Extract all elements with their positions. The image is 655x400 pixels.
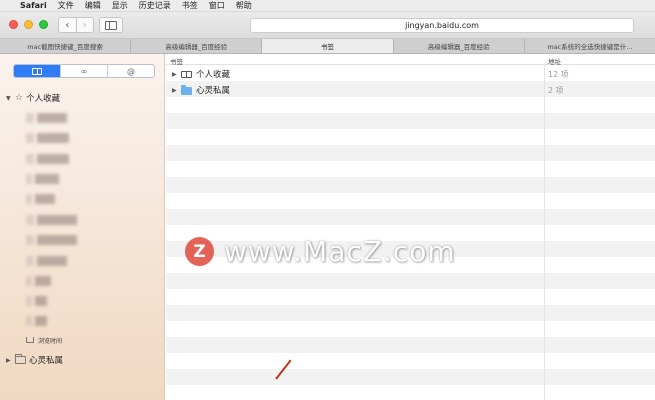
list-item-count: 12 项	[548, 70, 569, 79]
watermark: Z www.MacZ.com	[185, 235, 456, 268]
sidebar-item-label[interactable]: 浏览时间	[38, 336, 62, 345]
address-bar[interactable]: jingyan.baidu.com	[250, 18, 634, 33]
sidebar-blurred-item[interactable]	[26, 256, 67, 266]
menu-edit[interactable]: 编辑	[85, 0, 101, 11]
folder-icon	[15, 354, 26, 364]
sidebar-blurred-item[interactable]	[26, 113, 67, 123]
watermark-text: www.MacZ.com	[224, 235, 456, 268]
tab-bookmarks[interactable]: 书签	[262, 39, 394, 53]
sidebar-blurred-item[interactable]	[26, 316, 47, 326]
sidebar-blurred-item[interactable]	[26, 174, 59, 184]
menu-help[interactable]: 帮助	[236, 0, 252, 11]
segment-shared-links[interactable]: @	[108, 65, 154, 77]
menu-view[interactable]: 显示	[112, 0, 128, 11]
column-header-bookmark[interactable]: 书签	[170, 56, 183, 66]
disclosure-open-icon[interactable]: ▼	[6, 95, 12, 102]
close-window-button[interactable]	[9, 20, 18, 29]
column-headers: 书签 地址	[166, 54, 655, 66]
sidebar-blurred-item[interactable]	[26, 133, 69, 143]
tab-advanced-editor-1[interactable]: 高级编辑器_百度经验	[131, 39, 263, 53]
tab-advanced-editor-2[interactable]: 高级编辑器_百度经验	[394, 39, 525, 53]
menu-bar: Safari 文件 编辑 显示 历史记录 书签 窗口 帮助	[0, 0, 655, 12]
menu-window[interactable]: 窗口	[209, 0, 225, 11]
list-item-name: 个人收藏	[196, 70, 231, 80]
menu-app-safari[interactable]: Safari	[20, 1, 47, 10]
sidebar-blurred-item[interactable]	[26, 235, 77, 245]
tab-mac-select-all[interactable]: mac系统的全选快捷键是什...	[525, 39, 655, 53]
sidebar-segmented-control: ∞ @	[13, 64, 155, 78]
tab-mac-screenshot-search[interactable]: mac截图快捷键_百度搜索	[0, 39, 132, 53]
sidebar-blurred-item[interactable]	[26, 276, 51, 286]
folder-icon	[181, 84, 192, 95]
bookmark-icon	[26, 337, 34, 343]
list-item-name: 心灵私属	[196, 86, 231, 96]
minimize-window-button[interactable]	[24, 20, 33, 29]
disclosure-closed-icon[interactable]: ▶	[172, 87, 178, 94]
sidebar-blurred-item[interactable]	[26, 154, 69, 164]
list-item[interactable]: ▶ 心灵私属 2 项	[166, 82, 655, 98]
sidebar-item-spirit-folder[interactable]: ▶ 心灵私属	[6, 354, 63, 366]
zoom-window-button[interactable]	[39, 20, 48, 29]
menu-bookmarks[interactable]: 书签	[182, 0, 198, 11]
forward-button[interactable]: ›	[75, 18, 94, 32]
at-sign-icon: @	[127, 66, 135, 76]
column-header-address[interactable]: 地址	[548, 56, 561, 66]
sidebar-item-label: 心灵私属	[29, 356, 64, 366]
back-button[interactable]: ‹	[59, 18, 76, 32]
star-icon: ☆	[15, 93, 24, 103]
navigation-buttons: ‹ ›	[58, 17, 94, 33]
segment-reading-list[interactable]: ∞	[61, 65, 108, 77]
column-divider[interactable]	[544, 54, 545, 400]
toggle-sidebar-button[interactable]	[99, 17, 123, 33]
sidebar-item-label: 个人收藏	[26, 94, 61, 104]
watermark-logo: Z	[185, 237, 214, 266]
list-item[interactable]: ▶ 个人收藏 12 项	[166, 66, 655, 82]
tab-bar: mac截图快捷键_百度搜索 高级编辑器_百度经验 书签 高级编辑器_百度经验 m…	[0, 39, 655, 54]
glasses-icon: ∞	[80, 66, 88, 76]
sidebar-blurred-item[interactable]	[26, 194, 55, 204]
segment-bookmarks[interactable]	[14, 65, 61, 77]
toolbar: ‹ › jingyan.baidu.com	[0, 12, 655, 39]
disclosure-closed-icon[interactable]: ▶	[172, 71, 178, 78]
sidebar-icon	[105, 20, 117, 30]
disclosure-closed-icon[interactable]: ▶	[6, 357, 12, 364]
menu-file[interactable]: 文件	[58, 0, 74, 11]
book-icon	[32, 67, 42, 75]
bookmarks-sidebar: ∞ @ ▼ ☆ 个人收藏 浏览时间 ▶ 心灵私属	[0, 54, 165, 400]
sidebar-item-favorites[interactable]: ▼ ☆ 个人收藏	[6, 92, 60, 104]
bookmarks-list: 书签 地址 ▶ 个人收藏 12 项 ▶ 心灵私属 2 项	[166, 54, 655, 400]
menu-history[interactable]: 历史记录	[139, 0, 171, 11]
book-icon	[181, 70, 192, 78]
list-stripes	[166, 65, 655, 400]
list-item-count: 2 项	[548, 86, 564, 95]
sidebar-blurred-item[interactable]	[26, 215, 77, 225]
sidebar-blurred-item[interactable]	[26, 296, 47, 306]
